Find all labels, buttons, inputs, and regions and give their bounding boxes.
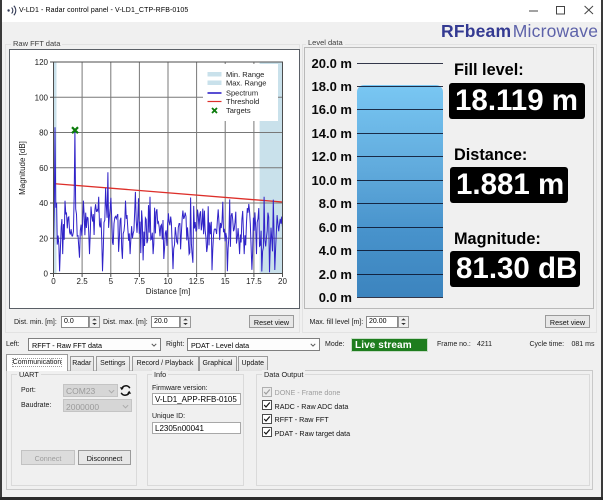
svg-text:12.5: 12.5 [189,277,205,286]
svg-text:0: 0 [51,277,56,286]
svg-text:Magnitude [dB]: Magnitude [dB] [18,141,27,195]
svg-text:40: 40 [39,199,48,208]
svg-text:17.5: 17.5 [246,277,262,286]
svg-text:60: 60 [39,164,48,173]
svg-text:7.5: 7.5 [134,277,146,286]
svg-text:Max. Range: Max. Range [226,79,266,88]
svg-text:Targets: Targets [226,106,251,115]
svg-text:0: 0 [44,270,49,279]
svg-text:2.5: 2.5 [77,277,89,286]
svg-text:10: 10 [164,277,173,286]
svg-text:15: 15 [221,277,230,286]
svg-text:100: 100 [35,93,49,102]
svg-text:20: 20 [39,234,48,243]
svg-text:Distance [m]: Distance [m] [146,287,190,296]
svg-text:120: 120 [35,58,49,67]
svg-text:5: 5 [109,277,114,286]
svg-text:Threshold: Threshold [226,97,259,106]
svg-text:20: 20 [278,277,287,286]
svg-text:80: 80 [39,129,48,138]
